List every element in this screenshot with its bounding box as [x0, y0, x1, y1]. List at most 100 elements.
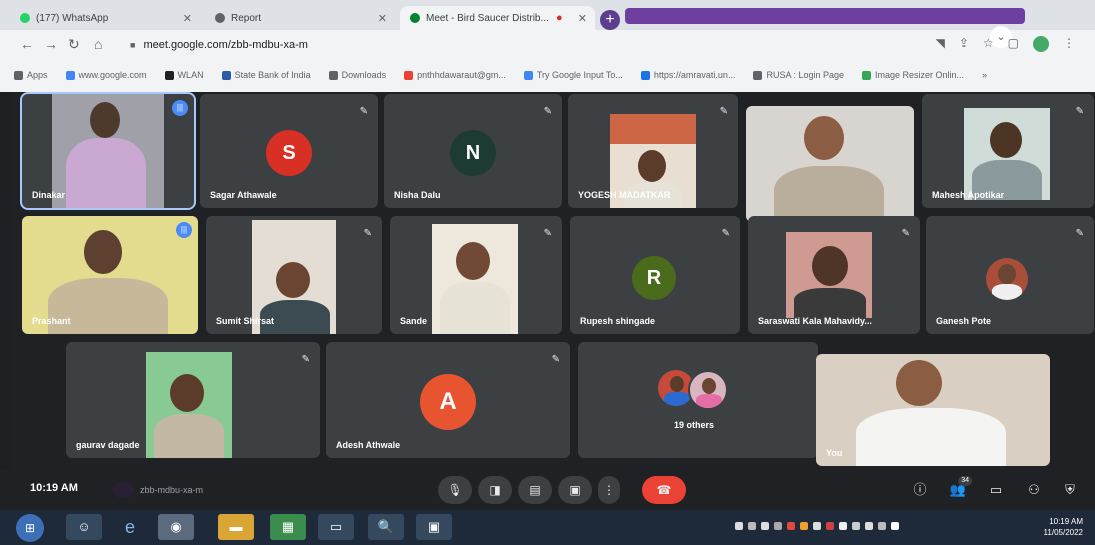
- tab-whatsapp[interactable]: (177) WhatsApp ✕: [10, 6, 200, 30]
- tray-icon[interactable]: [735, 522, 743, 530]
- new-tab-button[interactable]: +: [600, 10, 620, 30]
- mic-off-icon: ✎: [1075, 106, 1084, 117]
- close-icon[interactable]: ✕: [578, 12, 587, 25]
- google-icon: [65, 70, 75, 80]
- folder-icon[interactable]: ▬: [218, 514, 254, 540]
- reload-icon[interactable]: ↻: [68, 36, 80, 53]
- close-icon[interactable]: ✕: [183, 12, 192, 25]
- tray-icon[interactable]: [748, 522, 756, 530]
- participant-tile[interactable]: A ✎ Adesh Athwale: [326, 342, 570, 458]
- bookmark-amravati[interactable]: https://amravati.un...: [640, 70, 735, 80]
- bookmark-wlan[interactable]: WLAN: [164, 70, 204, 80]
- user-icon[interactable]: ☺: [66, 514, 102, 540]
- camera-icon[interactable]: ◥: [936, 36, 945, 52]
- participant-avatar: A: [420, 374, 476, 430]
- bookmark-sbi[interactable]: State Bank of India: [221, 70, 311, 80]
- chat-icon[interactable]: ▭: [984, 478, 1008, 502]
- participant-tile[interactable]: ✎ gaurav dagade: [66, 342, 320, 458]
- bookmark-downloads[interactable]: Downloads: [328, 70, 386, 80]
- participant-tile[interactable]: ✎ Ganesh Pote: [926, 216, 1094, 334]
- home-icon[interactable]: ⌂: [94, 36, 102, 52]
- activities-icon[interactable]: ⚇: [1022, 478, 1046, 502]
- captions-button[interactable]: ▤: [518, 476, 552, 504]
- mic-off-icon: ✎: [1075, 228, 1084, 239]
- self-view-tile[interactable]: You: [816, 354, 1050, 466]
- bookmark-image-resizer[interactable]: Image Resizer Onlin...: [862, 70, 964, 80]
- tray-icon[interactable]: [826, 522, 834, 530]
- volume-icon[interactable]: [865, 522, 873, 530]
- system-clock[interactable]: 10:19 AM 11/05/2022: [1044, 516, 1083, 538]
- mic-off-icon: ✎: [551, 354, 560, 365]
- profile-avatar[interactable]: [1033, 36, 1049, 52]
- search-icon[interactable]: 🔍: [368, 514, 404, 540]
- window-icon[interactable]: ▣: [416, 514, 452, 540]
- address-bar[interactable]: ■ meet.google.com/zbb-mdbu-xa-m: [120, 34, 950, 56]
- tray-icon[interactable]: [800, 522, 808, 530]
- monitor-icon[interactable]: ▭: [318, 514, 354, 540]
- bookmark-input-tools[interactable]: Try Google Input To...: [523, 70, 623, 80]
- extensions-icon[interactable]: ▢: [1008, 36, 1019, 52]
- participant-tile[interactable]: [746, 106, 914, 222]
- network-icon[interactable]: [852, 522, 860, 530]
- participant-tile[interactable]: S ✎ Sagar Athawale: [200, 94, 378, 208]
- mic-button[interactable]: 🎙: [438, 476, 472, 504]
- windows-start-icon[interactable]: ⊞: [16, 514, 44, 542]
- participant-tile[interactable]: ||| Prashant: [22, 216, 198, 334]
- participant-name: Sagar Athawale: [210, 190, 277, 200]
- leave-call-button[interactable]: ☎: [642, 476, 686, 504]
- tray-icon[interactable]: [787, 522, 795, 530]
- forward-icon[interactable]: →: [44, 36, 58, 52]
- browser-chrome: (177) WhatsApp ✕ Report ✕ Meet - Bird Sa…: [0, 0, 1095, 92]
- tab-meet[interactable]: Meet - Bird Saucer Distrib... ● ✕: [400, 6, 595, 30]
- more-options-icon[interactable]: ⋮: [598, 476, 620, 504]
- back-icon[interactable]: ←: [20, 36, 34, 52]
- tray-icon[interactable]: [761, 522, 769, 530]
- share-icon[interactable]: ⇪: [959, 36, 969, 52]
- sbi-icon: [221, 70, 231, 80]
- participant-name: Sande: [400, 316, 428, 326]
- tab-label: Meet - Bird Saucer Distrib...: [426, 12, 549, 24]
- participant-tile[interactable]: ✎ Mahesh Apotikar: [922, 94, 1094, 208]
- bookmark-label: RUSA : Login Page: [766, 70, 845, 80]
- close-icon[interactable]: ✕: [378, 12, 387, 25]
- menu-icon[interactable]: ⋮: [1063, 36, 1075, 52]
- host-controls-icon[interactable]: ⛨: [1058, 478, 1082, 502]
- participant-tile[interactable]: ✎ Sumit Shirsat: [206, 216, 382, 334]
- internet-explorer-icon[interactable]: e: [112, 514, 148, 540]
- whatsapp-icon: [20, 13, 30, 23]
- bookmark-apps[interactable]: Apps: [14, 70, 48, 80]
- participant-tile[interactable]: ✎ Saraswati Kala Mahavidy...: [748, 216, 920, 334]
- windows-taskbar: ⊞ ☺ e ◉ ▬ ▦ ▭ 🔍 ▣ 10:19 AM 11/05/2022: [0, 510, 1095, 545]
- gmail-icon: [404, 70, 414, 80]
- chrome-icon[interactable]: ◉: [158, 514, 194, 540]
- app-icon[interactable]: ▦: [270, 514, 306, 540]
- tray-icon[interactable]: [774, 522, 782, 530]
- bookmark-gmail[interactable]: pnthhdawaraut@gm...: [404, 70, 506, 80]
- google-icon: [523, 70, 533, 80]
- bookmark-label: State Bank of India: [234, 70, 311, 80]
- people-icon[interactable]: 👥 34: [946, 476, 972, 502]
- star-icon[interactable]: ☆: [983, 36, 994, 52]
- bookmark-google[interactable]: www.google.com: [65, 70, 147, 80]
- participant-tile[interactable]: ✎ Sande: [390, 216, 562, 334]
- participant-tile[interactable]: ✎ YOGESH MADATKAR: [568, 94, 738, 208]
- participant-tile[interactable]: N ✎ Nisha Dalu: [384, 94, 562, 208]
- tray-icon[interactable]: [839, 522, 847, 530]
- speaking-indicator-icon: |||: [172, 100, 188, 116]
- present-button[interactable]: ▣: [558, 476, 592, 504]
- tab-report[interactable]: Report ✕: [205, 6, 395, 30]
- tray-icon[interactable]: [813, 522, 821, 530]
- participant-tile[interactable]: R ✎ Rupesh shingade: [570, 216, 740, 334]
- more-bookmarks-icon[interactable]: »: [982, 70, 987, 80]
- participant-video: [146, 352, 232, 458]
- globe-icon: [164, 70, 174, 80]
- info-icon[interactable]: ⓘ: [908, 478, 932, 502]
- language-icon[interactable]: [891, 522, 899, 530]
- participant-tile[interactable]: ||| Dinakar: [20, 92, 196, 210]
- participant-name: YOGESH MADATKAR: [578, 190, 671, 200]
- camera-button[interactable]: ◨: [478, 476, 512, 504]
- bookmark-rusa[interactable]: RUSA : Login Page: [753, 70, 844, 80]
- others-tile[interactable]: 19 others: [578, 342, 818, 458]
- tray-icon[interactable]: [878, 522, 886, 530]
- meet-controls-bar: 10:19 AM zbb-mdbu-xa-m 🎙 ◨ ▤ ▣ ⋮ ☎ ⓘ 👥 34…: [0, 470, 1095, 510]
